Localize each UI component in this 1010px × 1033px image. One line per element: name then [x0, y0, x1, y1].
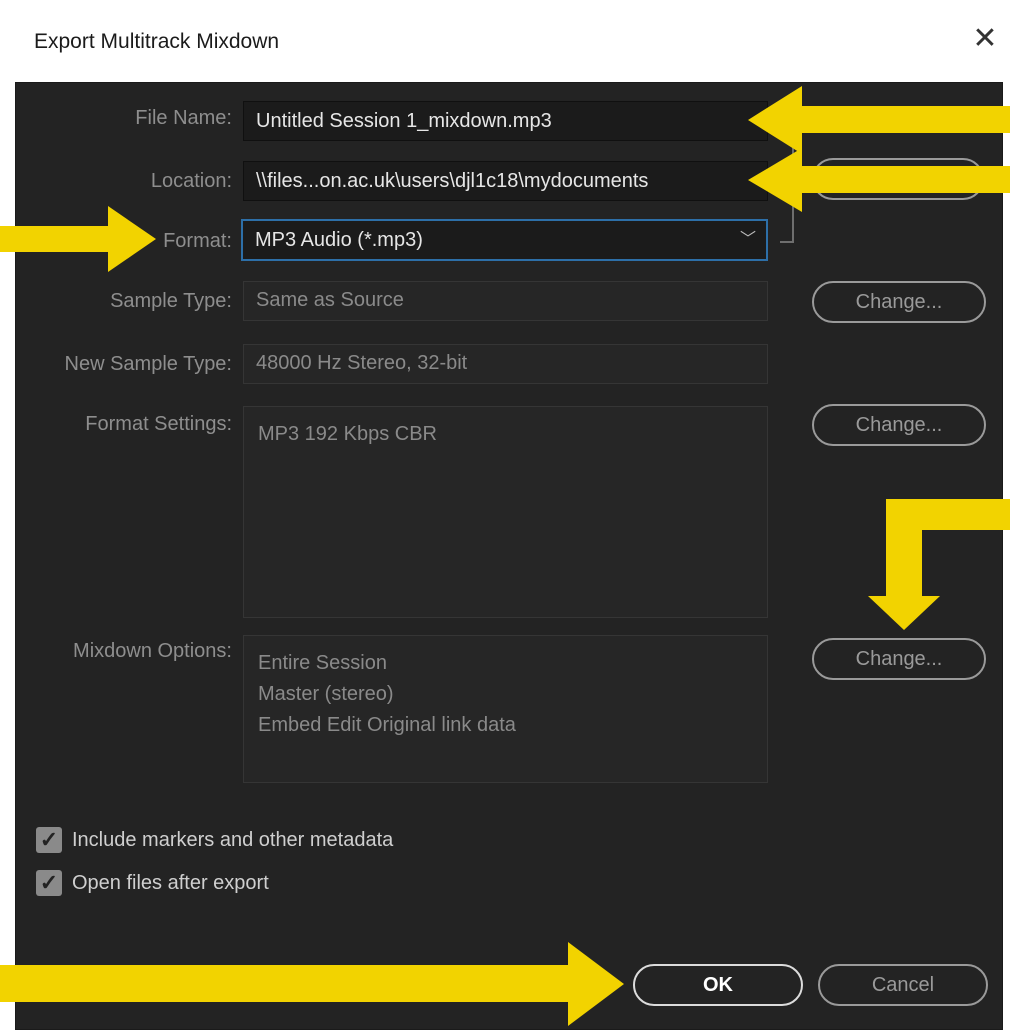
new-sample-type-label: New Sample Type: [64, 353, 233, 375]
format-settings-label: Format Settings: [85, 413, 232, 435]
mixdown-option-line: Embed Edit Original link data [258, 714, 516, 736]
format-select[interactable]: MP3 Audio (*.mp3) ﹀ [241, 219, 768, 261]
cancel-button[interactable]: Cancel [818, 964, 988, 1006]
new-sample-type-value: 48000 Hz Stereo, 32-bit [243, 344, 768, 384]
mixdown-options-label: Mixdown Options: [73, 640, 232, 662]
ok-button[interactable]: OK [633, 964, 803, 1006]
window-title: Export Multitrack Mixdown [34, 30, 280, 53]
mixdown-options-change-button[interactable]: Change... [812, 638, 986, 680]
chevron-down-icon: ﹀ [739, 231, 756, 248]
title-bar: Export Multitrack Mixdown ✕ [0, 0, 1010, 82]
open-files-label: Open files after export [72, 872, 269, 894]
mixdown-option-line: Master (stereo) [258, 683, 394, 705]
sample-type-change-button[interactable]: Change... [812, 281, 986, 323]
checkbox-checked-icon[interactable]: ✓ [36, 827, 62, 853]
format-settings-box: MP3 192 Kbps CBR [243, 406, 768, 618]
close-icon[interactable]: ✕ [968, 22, 1002, 56]
browse-button[interactable] [812, 158, 984, 200]
include-markers-label: Include markers and other metadata [72, 829, 394, 851]
field-group-bracket [780, 125, 794, 243]
format-select-value: MP3 Audio (*.mp3) [255, 229, 423, 251]
location-label: Location: [150, 170, 232, 192]
mixdown-options-box: Entire Session Master (stereo) Embed Edi… [243, 635, 768, 783]
sample-type-value: Same as Source [243, 281, 768, 321]
checkbox-checked-icon[interactable]: ✓ [36, 870, 62, 896]
format-settings-change-button[interactable]: Change... [812, 404, 986, 446]
mixdown-option-line: Entire Session [258, 652, 387, 674]
format-label: Format: [163, 230, 232, 252]
sample-type-label: Sample Type: [110, 290, 232, 312]
location-input[interactable]: \\files...on.ac.uk\users\djl1c18\mydocum… [243, 161, 768, 201]
file-name-input[interactable]: Untitled Session 1_mixdown.mp3 [243, 101, 768, 141]
file-name-label: File Name: [135, 107, 232, 129]
